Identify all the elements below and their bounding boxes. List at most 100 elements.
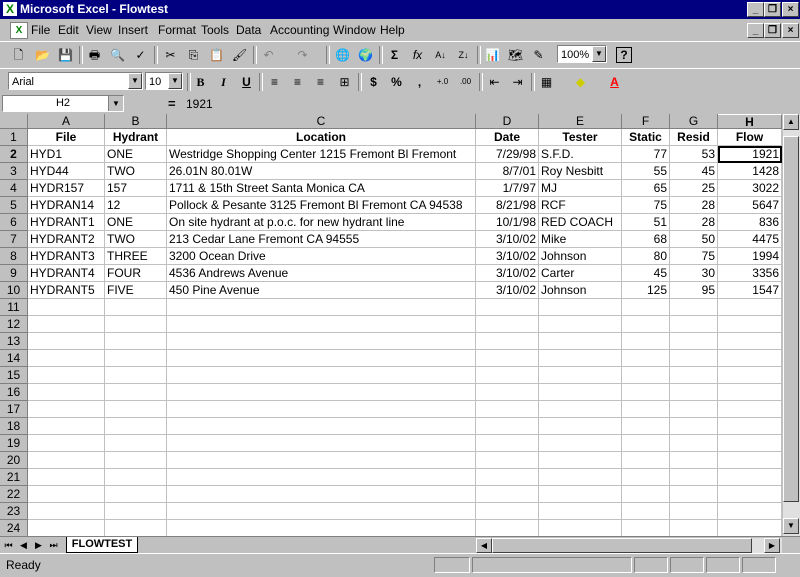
column-title-cell[interactable]: Location: [167, 129, 476, 146]
table-cell[interactable]: 1/7/97: [476, 180, 539, 197]
row-header-5[interactable]: 5: [0, 197, 28, 214]
table-cell[interactable]: S.F.D.: [539, 146, 622, 163]
table-cell[interactable]: [476, 401, 539, 418]
table-cell[interactable]: [476, 367, 539, 384]
sheet-tab-flowtest[interactable]: FLOWTEST: [66, 537, 138, 553]
table-cell[interactable]: 1547: [718, 282, 782, 299]
table-cell[interactable]: [28, 503, 105, 520]
excel-app-icon[interactable]: X: [3, 2, 17, 16]
table-cell[interactable]: [718, 486, 782, 503]
currency-button[interactable]: $: [363, 72, 384, 92]
table-cell[interactable]: [539, 350, 622, 367]
table-cell[interactable]: 836: [718, 214, 782, 231]
table-cell[interactable]: [476, 503, 539, 520]
table-cell[interactable]: 1711 & 15th Street Santa Monica CA: [167, 180, 476, 197]
paste-icon[interactable]: 📋: [206, 45, 227, 65]
print-preview-icon[interactable]: 🔍: [107, 45, 128, 65]
table-cell[interactable]: HYDRANT3: [28, 248, 105, 265]
scroll-right-icon[interactable]: ▶: [764, 538, 780, 553]
table-cell[interactable]: [167, 452, 476, 469]
table-cell[interactable]: [105, 486, 167, 503]
table-cell[interactable]: [718, 418, 782, 435]
column-header-e[interactable]: E: [539, 114, 622, 129]
table-cell[interactable]: [167, 486, 476, 503]
table-cell[interactable]: [28, 299, 105, 316]
borders-icon[interactable]: ▦: [536, 72, 557, 92]
table-cell[interactable]: 28: [670, 214, 718, 231]
table-cell[interactable]: [476, 350, 539, 367]
table-cell[interactable]: 1428: [718, 163, 782, 180]
table-cell[interactable]: 5647: [718, 197, 782, 214]
table-cell[interactable]: HYDRAN14: [28, 197, 105, 214]
chevron-down-icon[interactable]: ▼: [592, 46, 606, 62]
last-sheet-icon[interactable]: ⏭: [47, 538, 60, 552]
table-cell[interactable]: [105, 367, 167, 384]
table-cell[interactable]: 10/1/98: [476, 214, 539, 231]
drawing-icon[interactable]: ✎: [528, 45, 549, 65]
table-cell[interactable]: [167, 503, 476, 520]
table-cell[interactable]: 45: [622, 265, 670, 282]
table-cell[interactable]: [167, 350, 476, 367]
print-icon[interactable]: 🖶: [84, 45, 105, 65]
column-title-cell[interactable]: Resid: [670, 129, 718, 146]
align-center-icon[interactable]: ≡: [287, 72, 308, 92]
table-cell[interactable]: 3/10/02: [476, 265, 539, 282]
table-cell[interactable]: 8/7/01: [476, 163, 539, 180]
table-cell[interactable]: [476, 333, 539, 350]
table-cell[interactable]: [28, 520, 105, 536]
table-cell[interactable]: 125: [622, 282, 670, 299]
table-cell[interactable]: [28, 452, 105, 469]
table-cell[interactable]: [670, 520, 718, 536]
scroll-up-icon[interactable]: ▲: [783, 114, 799, 130]
menu-accounting[interactable]: Accounting: [270, 23, 329, 37]
align-left-icon[interactable]: ≡: [264, 72, 285, 92]
first-sheet-icon[interactable]: ⏮: [2, 538, 15, 552]
table-cell[interactable]: [167, 401, 476, 418]
table-cell[interactable]: 51: [622, 214, 670, 231]
table-cell[interactable]: [28, 418, 105, 435]
column-title-cell[interactable]: Static: [622, 129, 670, 146]
table-cell[interactable]: FIVE: [105, 282, 167, 299]
table-cell[interactable]: [539, 316, 622, 333]
table-cell[interactable]: [167, 299, 476, 316]
table-cell[interactable]: HYD44: [28, 163, 105, 180]
horizontal-scroll-thumb[interactable]: [492, 538, 752, 553]
table-cell[interactable]: [539, 401, 622, 418]
redo-icon[interactable]: ↷: [292, 45, 313, 65]
menu-edit[interactable]: Edit: [58, 23, 79, 37]
prev-sheet-icon[interactable]: ◀: [17, 538, 30, 552]
table-cell[interactable]: Westridge Shopping Center 1215 Fremont B…: [167, 146, 476, 163]
table-cell[interactable]: TWO: [105, 231, 167, 248]
table-cell[interactable]: RED COACH: [539, 214, 622, 231]
table-cell[interactable]: [622, 503, 670, 520]
table-cell[interactable]: Roy Nesbitt: [539, 163, 622, 180]
row-header-9[interactable]: 9: [0, 265, 28, 282]
table-cell[interactable]: [622, 367, 670, 384]
formula-input[interactable]: 1921: [186, 97, 213, 111]
table-cell[interactable]: [476, 452, 539, 469]
table-cell[interactable]: [105, 452, 167, 469]
table-cell[interactable]: 45: [670, 163, 718, 180]
table-cell[interactable]: Johnson: [539, 282, 622, 299]
table-cell[interactable]: [28, 384, 105, 401]
select-all-corner[interactable]: [0, 114, 28, 129]
chevron-down-icon[interactable]: ▼: [128, 73, 142, 89]
zoom-select[interactable]: 100% ▼: [557, 45, 607, 63]
spelling-icon[interactable]: ✓: [130, 45, 151, 65]
function-icon[interactable]: fx: [407, 45, 428, 65]
table-cell[interactable]: 26.01N 80.01W: [167, 163, 476, 180]
row-header-15[interactable]: 15: [0, 367, 28, 384]
table-cell[interactable]: HYDRANT1: [28, 214, 105, 231]
table-cell[interactable]: HYDRANT5: [28, 282, 105, 299]
table-cell[interactable]: [105, 520, 167, 536]
table-cell[interactable]: [718, 350, 782, 367]
table-cell[interactable]: 8/21/98: [476, 197, 539, 214]
table-cell[interactable]: [718, 503, 782, 520]
equals-icon[interactable]: =: [168, 96, 176, 111]
table-cell[interactable]: [718, 520, 782, 536]
table-cell[interactable]: [622, 299, 670, 316]
restore-button[interactable]: ❐: [764, 2, 781, 17]
table-cell[interactable]: [105, 401, 167, 418]
open-icon[interactable]: 📂: [32, 45, 53, 65]
row-header-1[interactable]: 1: [0, 129, 28, 146]
